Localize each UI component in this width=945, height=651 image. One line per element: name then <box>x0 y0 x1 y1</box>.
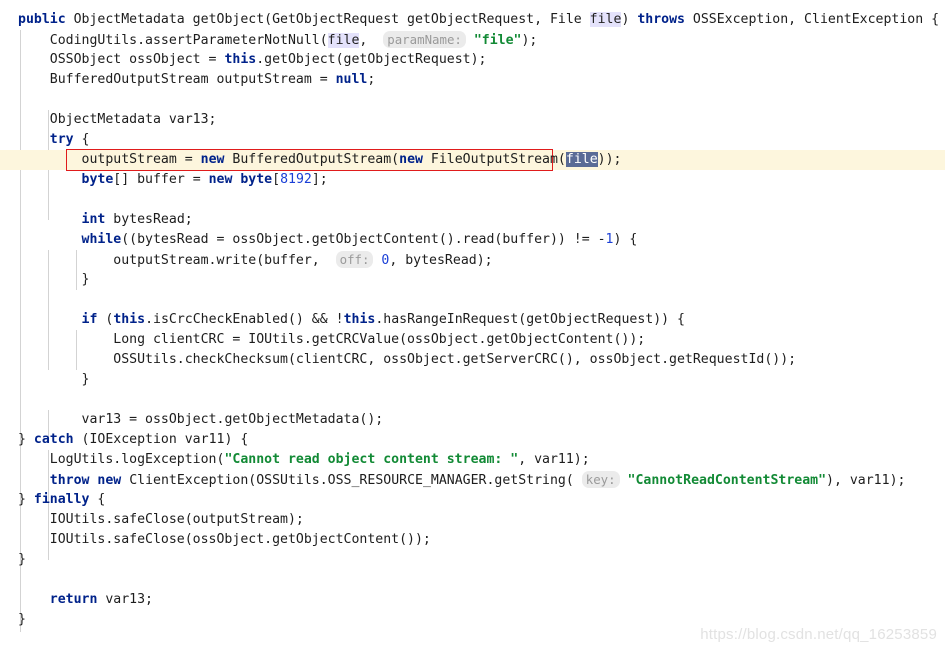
code-line: try { <box>49 132 90 147</box>
code-line: ObjectMetadata var13; <box>49 112 217 127</box>
code-line-highlighted: outputStream = new BufferedOutputStream(… <box>81 152 622 167</box>
code-line: return var13; <box>49 592 153 607</box>
code-line: OSSObject ossObject = this.getObject(get… <box>49 52 487 67</box>
code-line: } <box>81 372 90 387</box>
watermark-text: https://blog.csdn.net/qq_16253859 <box>700 626 937 643</box>
code-line: if (this.isCrcCheckEnabled() && !this.ha… <box>81 312 685 327</box>
param-hint-off: off: <box>335 251 374 268</box>
code-line: throw new ClientException(OSSUtils.OSS_R… <box>49 471 906 488</box>
code-line: byte[] buffer = new byte[8192]; <box>81 172 328 187</box>
param-hint-key: key: <box>581 471 620 488</box>
code-line: int bytesRead; <box>81 212 193 227</box>
code-line: outputStream.write(buffer, off: 0, bytes… <box>113 251 493 268</box>
code-line: } finally { <box>18 492 106 507</box>
code-lines: public ObjectMetadata getObject(GetObjec… <box>0 0 945 651</box>
usage-highlight-file: file <box>589 12 622 27</box>
code-line: Long clientCRC = IOUtils.getCRCValue(oss… <box>113 332 646 347</box>
selected-token-file: file <box>565 152 598 167</box>
code-line: BufferedOutputStream outputStream = null… <box>49 72 376 87</box>
param-hint-paramName: paramName: <box>383 31 466 48</box>
code-line: OSSUtils.checkChecksum(clientCRC, ossObj… <box>113 352 797 367</box>
code-line: IOUtils.safeClose(outputStream); <box>49 512 304 527</box>
code-line: var13 = ossObject.getObjectMetadata(); <box>81 412 384 427</box>
code-line: LogUtils.logException("Cannot read objec… <box>49 452 590 467</box>
code-line: IOUtils.safeClose(ossObject.getObjectCon… <box>49 532 431 547</box>
code-line: } <box>18 612 26 627</box>
code-line: CodingUtils.assertParameterNotNull(file,… <box>49 31 538 48</box>
code-line: } <box>18 552 26 567</box>
code-line: } <box>81 272 90 287</box>
code-line: while((bytesRead = ossObject.getObjectCo… <box>81 232 638 247</box>
code-line: public ObjectMetadata getObject(GetObjec… <box>18 12 940 27</box>
code-editor[interactable]: public ObjectMetadata getObject(GetObjec… <box>0 0 945 651</box>
usage-highlight-file: file <box>327 33 360 48</box>
code-line: } catch (IOException var11) { <box>18 432 249 447</box>
